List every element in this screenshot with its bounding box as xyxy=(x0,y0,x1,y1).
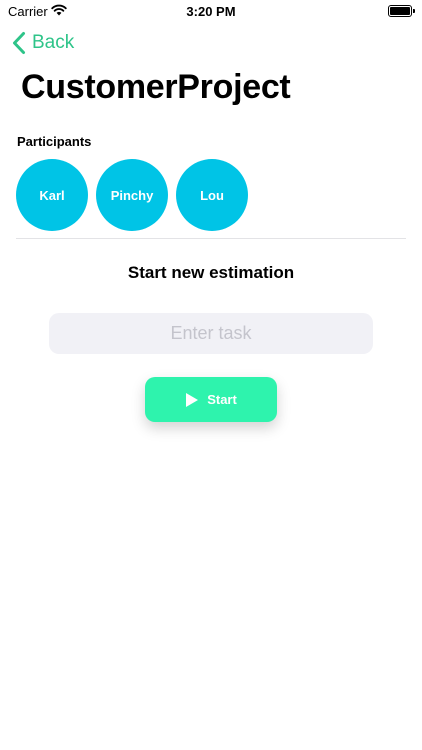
chevron-left-icon xyxy=(13,32,25,54)
status-bar: Carrier 3:20 PM xyxy=(0,0,422,24)
page-title: CustomerProject xyxy=(21,68,291,106)
participant-avatar-karl[interactable]: Karl xyxy=(16,159,88,231)
participant-avatar-lou[interactable]: Lou xyxy=(176,159,248,231)
participants-label: Participants xyxy=(17,134,92,149)
start-label: Start xyxy=(207,392,237,407)
estimation-heading: Start new estimation xyxy=(127,263,295,282)
play-icon xyxy=(186,392,199,407)
back-label: Back xyxy=(32,32,75,53)
participant-avatar-pinchy[interactable]: Pinchy xyxy=(96,159,168,231)
start-button[interactable]: Start xyxy=(145,377,277,422)
back-button[interactable]: Back xyxy=(12,30,74,56)
task-input[interactable] xyxy=(49,313,373,354)
clock: 3:20 PM xyxy=(186,4,236,19)
divider xyxy=(16,238,406,239)
participants-list: Karl Pinchy Lou xyxy=(16,159,248,231)
battery-icon xyxy=(388,5,415,17)
